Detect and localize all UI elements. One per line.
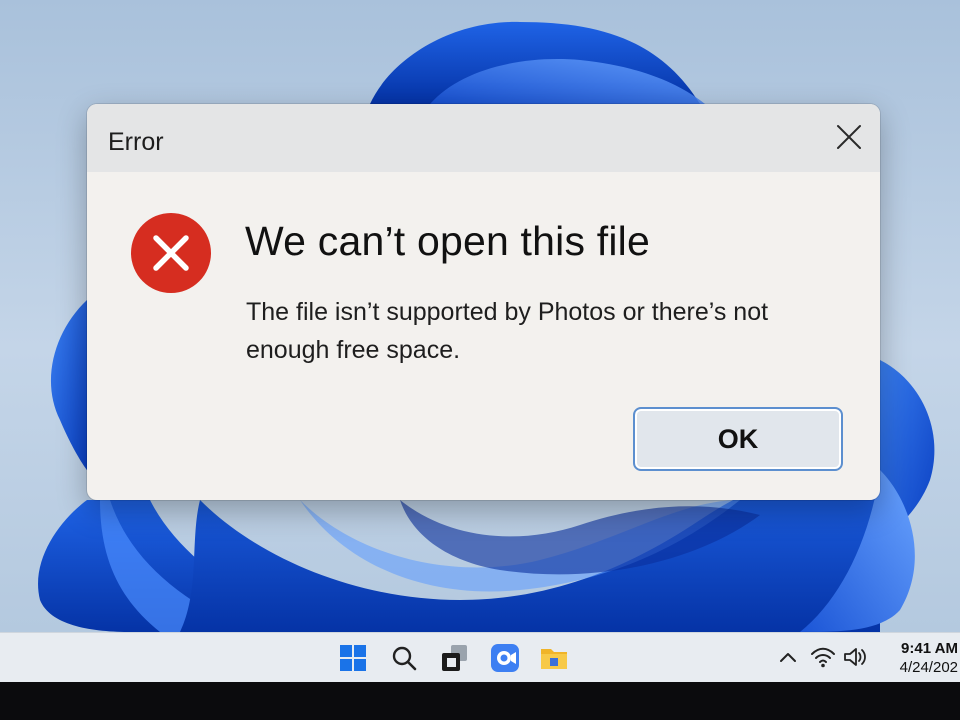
taskbar: 9:41 AM 4/24/202 — [0, 632, 960, 682]
task-view-icon — [442, 645, 467, 671]
monitor-bezel — [0, 682, 960, 720]
windows-logo-icon — [340, 645, 366, 671]
chevron-up-icon[interactable] — [776, 646, 800, 670]
dialog-heading: We can’t open this file — [245, 218, 650, 264]
dialog-message: The file isn’t supported by Photos or th… — [246, 298, 769, 364]
folder-icon — [541, 649, 567, 669]
error-dialog: Error We can’t open this file The file i… — [87, 104, 880, 500]
error-icon — [131, 213, 211, 293]
task-view-button[interactable] — [439, 642, 471, 674]
wifi-icon[interactable] — [810, 644, 836, 670]
ok-button[interactable]: OK — [633, 407, 843, 471]
camera-app-icon — [491, 644, 519, 672]
search-button[interactable] — [388, 642, 420, 674]
camera-app-button[interactable] — [489, 642, 521, 674]
dialog-title: Error — [108, 128, 164, 156]
search-icon — [392, 646, 417, 671]
clock-time: 9:41 AM — [901, 640, 958, 657]
start-button[interactable] — [337, 642, 369, 674]
volume-icon[interactable] — [842, 644, 868, 670]
clock-date: 4/24/202 — [899, 659, 958, 676]
taskbar-clock[interactable]: 9:41 AM 4/24/202 — [880, 639, 960, 677]
dialog-title-bar: Error — [87, 104, 880, 172]
file-explorer-button[interactable] — [538, 642, 570, 674]
close-icon — [837, 125, 861, 149]
close-button[interactable] — [826, 116, 872, 158]
